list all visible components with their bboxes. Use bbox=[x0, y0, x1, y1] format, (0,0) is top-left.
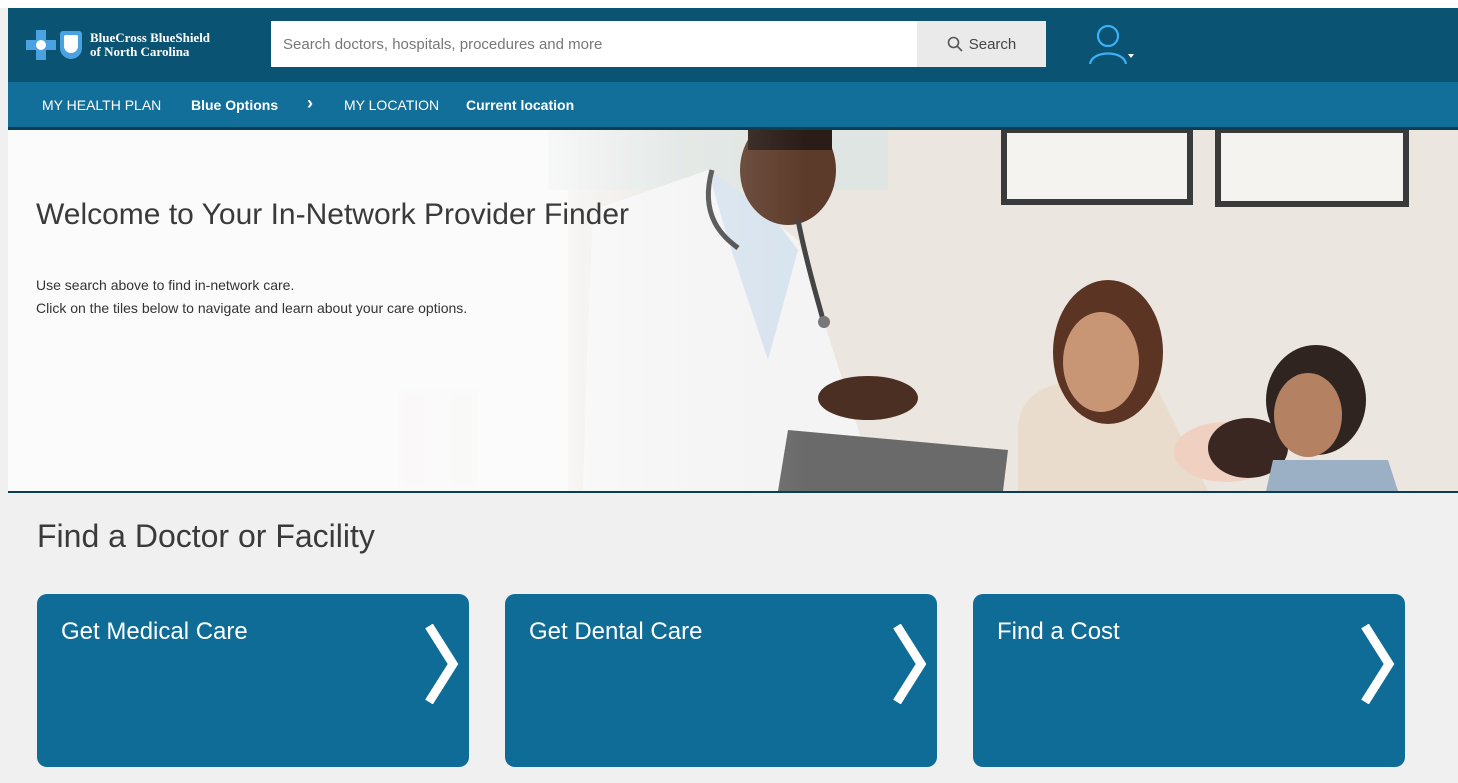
chevron-right-icon: › bbox=[307, 93, 313, 113]
hero-instructions-line-1: Use search above to find in-network care… bbox=[36, 277, 295, 293]
top-edge bbox=[0, 0, 1458, 8]
location-selector[interactable]: Current location bbox=[466, 97, 574, 113]
user-icon bbox=[1088, 24, 1134, 65]
page: BlueCross BlueShield of North Carolina S… bbox=[0, 0, 1458, 783]
cross-logo-icon bbox=[26, 30, 56, 60]
hero-instructions-line-2: Click on the tiles below to navigate and… bbox=[36, 300, 468, 316]
context-nav: MY HEALTH PLAN Blue Options › MY LOCATIO… bbox=[8, 82, 1458, 130]
chevron-down-icon bbox=[1128, 54, 1134, 58]
health-plan-selector[interactable]: Blue Options bbox=[191, 97, 278, 113]
tile-get-medical-care[interactable]: Get Medical Care bbox=[37, 594, 469, 767]
health-plan-label: MY HEALTH PLAN bbox=[42, 97, 162, 113]
chevron-right-icon bbox=[893, 624, 927, 704]
search-button[interactable]: Search bbox=[917, 21, 1046, 67]
section-heading: Find a Doctor or Facility bbox=[37, 518, 375, 554]
hero-banner: Welcome to Your In-Network Provider Find… bbox=[8, 130, 1458, 493]
search-input[interactable] bbox=[271, 21, 917, 67]
tile-label: Get Dental Care bbox=[529, 618, 703, 645]
logo-line-2: of North Carolina bbox=[90, 44, 190, 59]
search-button-label: Search bbox=[968, 35, 1017, 53]
search-icon bbox=[947, 36, 963, 52]
logo-text: BlueCross BlueShield of North Carolina bbox=[90, 31, 210, 59]
tile-get-dental-care[interactable]: Get Dental Care bbox=[505, 594, 937, 767]
site-header: BlueCross BlueShield of North Carolina S… bbox=[8, 8, 1458, 82]
user-menu-button[interactable] bbox=[1088, 22, 1134, 66]
tile-find-a-cost[interactable]: Find a Cost bbox=[973, 594, 1405, 767]
chevron-right-icon bbox=[425, 624, 459, 704]
logo-line-1: BlueCross BlueShield bbox=[90, 30, 211, 45]
location-label: MY LOCATION bbox=[344, 97, 440, 113]
tile-label: Find a Cost bbox=[997, 618, 1120, 645]
tile-label: Get Medical Care bbox=[61, 618, 248, 645]
page-title: Welcome to Your In-Network Provider Find… bbox=[36, 198, 630, 231]
shield-logo-icon bbox=[60, 31, 82, 59]
chevron-right-icon bbox=[1361, 624, 1395, 704]
bcbs-logo[interactable]: BlueCross BlueShield of North Carolina bbox=[26, 22, 210, 68]
